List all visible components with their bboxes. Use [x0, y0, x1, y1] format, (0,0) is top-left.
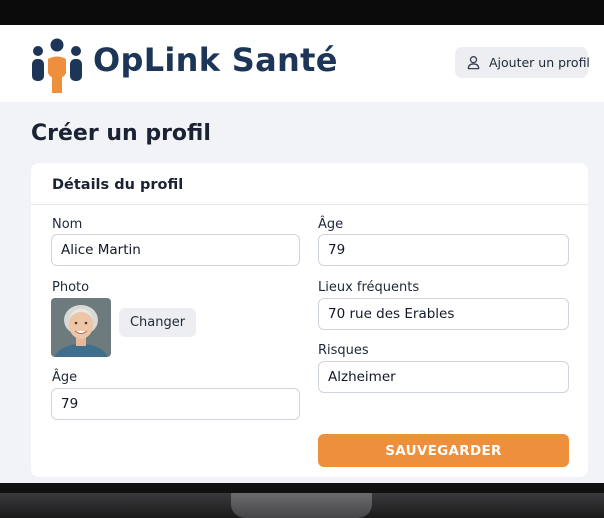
laptop-notch: [231, 493, 372, 518]
app-header: OpLink Santé Ajouter un profil: [0, 25, 604, 102]
page-title: Créer un profil: [31, 121, 211, 146]
frequent-places-label: Lieux fréquents: [318, 280, 420, 295]
app-screen: OpLink Santé Ajouter un profil Créer un …: [0, 25, 604, 483]
brand-name: OpLink Santé: [93, 41, 338, 79]
user-icon: [467, 56, 480, 70]
age-label-right: Âge: [318, 217, 344, 232]
people-group-icon: [32, 38, 82, 93]
save-button[interactable]: SAUVEGARDER: [318, 434, 569, 467]
age-label-left: Âge: [52, 370, 78, 385]
add-profile-label: Ajouter un profil: [489, 55, 590, 70]
name-label: Nom: [52, 217, 83, 232]
age-field-left[interactable]: 79: [51, 388, 300, 420]
profile-details-card: Détails du profil Nom Alice Martin Photo…: [31, 163, 588, 477]
add-profile-button[interactable]: Ajouter un profil: [455, 47, 590, 78]
photo-label: Photo: [52, 280, 90, 295]
name-field[interactable]: Alice Martin: [51, 234, 300, 266]
frequent-places-field[interactable]: 70 rue des Erables: [318, 298, 569, 330]
monitor-bezel-bottom: [0, 483, 604, 493]
card-divider: [31, 204, 588, 205]
card-title: Détails du profil: [52, 177, 184, 193]
risks-label: Risques: [318, 343, 369, 358]
age-field-right[interactable]: 79: [318, 234, 569, 266]
risks-field[interactable]: Alzheimer: [318, 361, 569, 393]
change-photo-button[interactable]: Changer: [119, 308, 196, 337]
monitor-bezel-top: [0, 0, 604, 25]
profile-photo: [51, 298, 111, 357]
